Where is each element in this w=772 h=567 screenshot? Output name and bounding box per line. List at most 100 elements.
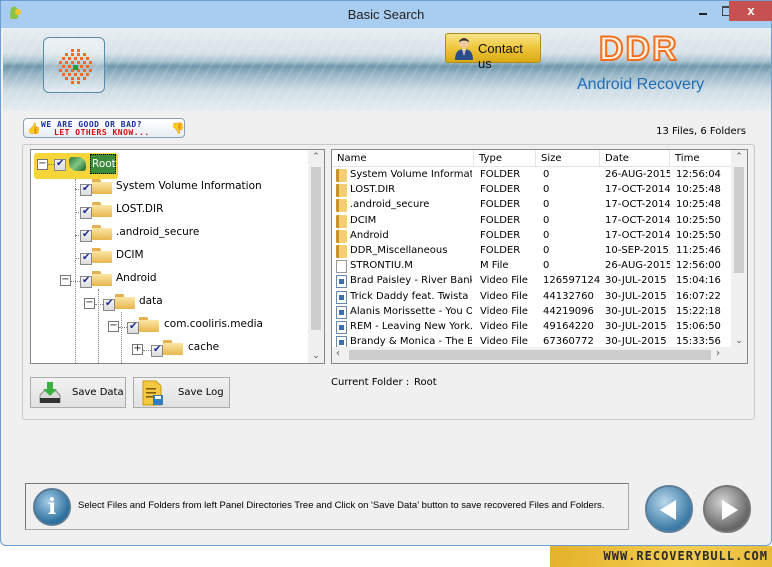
save-log-button[interactable]: Save Log <box>133 377 230 408</box>
contact-us-button[interactable]: Contact us <box>445 33 541 71</box>
tree-item[interactable]: − data <box>31 292 311 312</box>
file-date: 17-OCT-2014 <box>605 184 670 196</box>
window-title: Basic Search <box>347 7 425 22</box>
collapse-toggle[interactable]: − <box>108 321 119 332</box>
tree-item[interactable]: .android_secure <box>31 223 311 243</box>
file-time: 12:56:00 <box>676 260 721 272</box>
tree-item-checkbox[interactable] <box>151 344 163 357</box>
file-type: FOLDER <box>480 199 521 211</box>
scroll-thumb[interactable] <box>311 167 321 330</box>
column-header-type[interactable]: Type <box>474 150 536 167</box>
save-log-label: Save Log <box>178 387 224 398</box>
column-header-size[interactable]: Size <box>536 150 600 167</box>
scroll-thumb[interactable] <box>349 350 711 360</box>
tree-item[interactable]: DCIM <box>31 246 311 266</box>
feedback-banner[interactable]: 👍 WE ARE GOOD OR BAD? LET OTHERS KNOW...… <box>23 118 185 138</box>
save-data-button[interactable]: Save Data <box>30 377 126 408</box>
next-button[interactable] <box>703 485 751 533</box>
scroll-down-icon[interactable]: ⌄ <box>731 336 747 346</box>
tree-vertical-scrollbar[interactable]: ⌃ ⌄ <box>308 150 324 363</box>
file-row[interactable]: DDR_Miscellaneous FOLDER 0 10-SEP-2015 11:25… <box>332 244 731 259</box>
collapse-root-toggle[interactable]: − <box>37 159 48 170</box>
file-time: 15:04:16 <box>676 275 721 287</box>
file-size: 44132760 <box>543 290 594 302</box>
tree-item-checkbox[interactable] <box>80 252 92 265</box>
tree-item-label: com.cooliris.media <box>164 318 263 330</box>
video-icon <box>336 275 347 289</box>
folder-icon <box>336 184 347 198</box>
file-date: 30-JUL-2015 <box>605 305 667 317</box>
file-name: Brad Paisley - River Bank.... <box>350 275 472 287</box>
tree-item-label: DCIM <box>116 249 144 261</box>
app-logo <box>43 37 105 93</box>
tree-item-label: Android <box>116 272 157 284</box>
feedback-line2: LET OTHERS KNOW... <box>54 128 150 137</box>
list-horizontal-scrollbar[interactable]: ‹ › <box>332 347 747 363</box>
column-header-date[interactable]: Date <box>600 150 670 167</box>
tree-item-checkbox[interactable] <box>80 206 92 219</box>
expand-toggle[interactable]: + <box>132 344 143 355</box>
tree-item-checkbox[interactable] <box>103 298 115 311</box>
file-type: FOLDER <box>480 245 521 256</box>
file-row[interactable]: Alanis Morissette - You Ou... Video File 4… <box>332 305 731 320</box>
directory-tree[interactable]: − Root System Volume Information LOST.DI… <box>30 149 325 364</box>
root-checkbox[interactable] <box>54 158 66 171</box>
thumbs-down-icon: 👎 <box>171 122 185 135</box>
folder-icon <box>336 229 347 243</box>
file-date: 17-OCT-2014 <box>605 214 670 226</box>
file-type: Video File <box>480 275 528 287</box>
tree-item[interactable]: + cache <box>31 338 311 358</box>
scroll-up-icon[interactable]: ⌃ <box>731 152 747 162</box>
file-row[interactable]: System Volume Information FOLDER 0 26-AUG-2… <box>332 168 731 183</box>
list-vertical-scrollbar[interactable]: ⌃ ⌄ <box>731 150 747 348</box>
file-time: 10:25:50 <box>676 214 721 226</box>
next-arrow-icon <box>722 500 738 520</box>
info-panel: i Select Files and Folders from left Pan… <box>25 483 629 530</box>
file-type: Video File <box>480 321 528 332</box>
tree-item-checkbox[interactable] <box>80 183 92 196</box>
minimize-button[interactable] <box>691 1 715 23</box>
file-row[interactable]: Android FOLDER 0 17-OCT-2014 10:25:50 <box>332 229 731 244</box>
file-row[interactable]: STRONTIU.M M File 0 26-AUG-2015 12:56:00 <box>332 259 731 274</box>
scroll-left-icon[interactable]: ‹ <box>336 348 340 359</box>
file-row[interactable]: .android_secure FOLDER 0 17-OCT-2014 10:25:4… <box>332 198 731 213</box>
scroll-up-icon[interactable]: ⌃ <box>308 152 324 162</box>
scroll-down-icon[interactable]: ⌄ <box>308 351 324 361</box>
tree-item-checkbox[interactable] <box>127 321 139 334</box>
brand-subtitle: Android Recovery <box>577 76 705 93</box>
tree-item-checkbox[interactable] <box>80 275 92 288</box>
column-header-time[interactable]: Time <box>670 150 731 167</box>
folder-icon <box>139 317 159 332</box>
tree-item[interactable]: − Android <box>31 269 311 289</box>
file-row[interactable]: REM - Leaving New York.... Video File 4916… <box>332 320 731 335</box>
file-name: .android_secure <box>350 199 430 211</box>
tree-item[interactable]: System Volume Information <box>31 177 311 197</box>
collapse-toggle[interactable]: − <box>84 298 95 309</box>
file-row[interactable]: DCIM FOLDER 0 17-OCT-2014 10:25:50 <box>332 214 731 229</box>
file-count: 13 Files, 6 Folders <box>656 126 746 137</box>
file-date: 17-OCT-2014 <box>605 199 670 211</box>
tree-item-label: LOST.DIR <box>116 203 164 215</box>
file-name: Brandy & Monica - The Bo... <box>350 336 472 348</box>
file-row[interactable]: Brad Paisley - River Bank.... Video File 1… <box>332 274 731 289</box>
folder-icon <box>115 294 135 309</box>
tree-root-label[interactable]: Root <box>90 154 116 174</box>
file-name: REM - Leaving New York.... <box>350 321 472 332</box>
file-row[interactable]: Trick Daddy feat. Twista ... Video File 44… <box>332 290 731 305</box>
file-size: 0 <box>543 245 550 256</box>
close-button[interactable]: x <box>729 1 772 21</box>
tree-item[interactable]: − com.cooliris.media <box>31 315 311 335</box>
back-button[interactable] <box>645 485 693 533</box>
column-header-name[interactable]: Name <box>332 150 474 167</box>
tree-item-label: .android_secure <box>116 226 200 238</box>
scroll-right-icon[interactable]: › <box>716 348 720 359</box>
scroll-thumb[interactable] <box>734 167 744 273</box>
video-icon <box>336 321 347 334</box>
file-name: DCIM <box>350 214 377 226</box>
website-watermark: WWW.RECOVERYBULL.COM <box>550 546 772 567</box>
collapse-toggle[interactable]: − <box>60 275 71 286</box>
file-list[interactable]: Name Type Size Date Time System Volume I… <box>331 149 748 364</box>
file-row[interactable]: LOST.DIR FOLDER 0 17-OCT-2014 10:25:48 <box>332 183 731 198</box>
tree-item-checkbox[interactable] <box>80 229 92 242</box>
tree-item[interactable]: LOST.DIR <box>31 200 311 220</box>
